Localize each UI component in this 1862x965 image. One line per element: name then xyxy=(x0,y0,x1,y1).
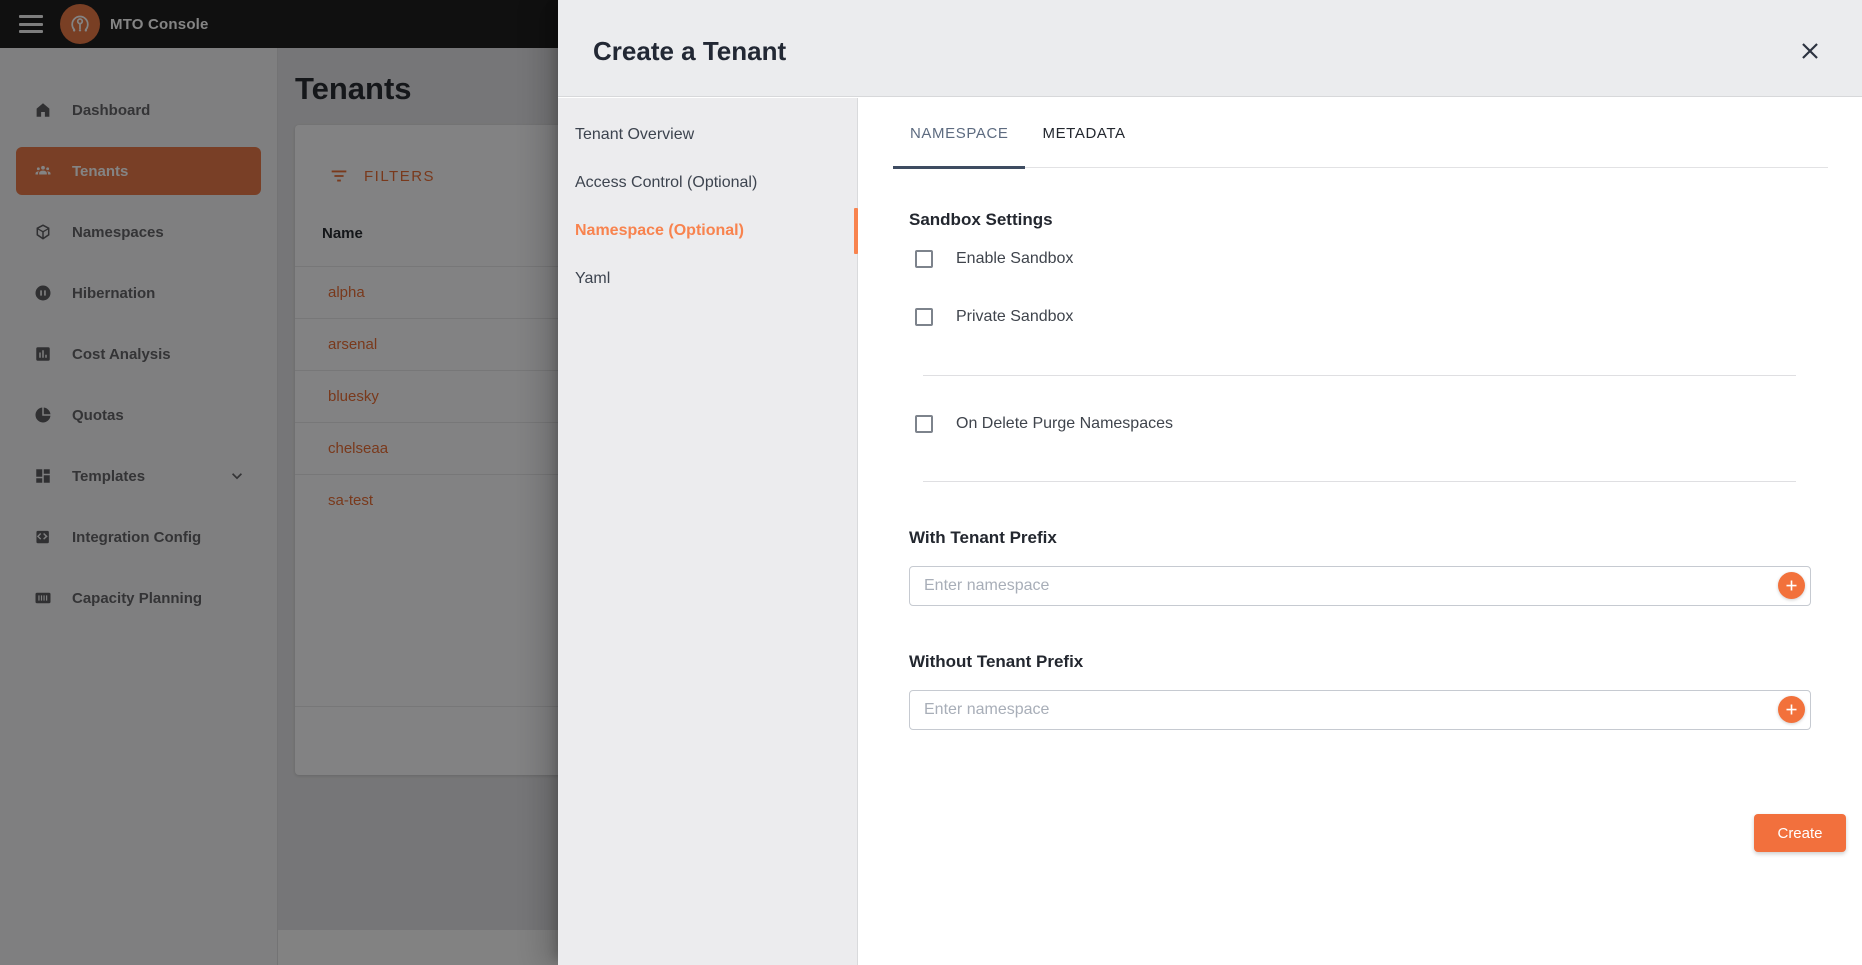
add-without-prefix-namespace-button[interactable] xyxy=(1778,696,1805,723)
divider xyxy=(923,481,1796,482)
with-prefix-namespace-input[interactable] xyxy=(909,566,1811,606)
drawer-title: Create a Tenant xyxy=(593,36,786,67)
private-sandbox-checkbox[interactable] xyxy=(915,308,933,326)
private-sandbox-row: Private Sandbox xyxy=(915,308,1073,326)
plus-icon xyxy=(1784,578,1799,593)
drawer-nav-access-control[interactable]: Access Control (Optional) xyxy=(558,159,857,207)
screen: MTO Console Dashboard Tenants Namespaces xyxy=(0,0,1862,965)
drawer-nav-yaml[interactable]: Yaml xyxy=(558,255,857,303)
drawer-body: Tenant Overview Access Control (Optional… xyxy=(558,98,1862,965)
without-tenant-prefix-field xyxy=(909,690,1811,730)
tabs-row: NAMESPACE METADATA xyxy=(893,98,1828,168)
on-delete-purge-row: On Delete Purge Namespaces xyxy=(915,415,1173,433)
sandbox-settings-heading: Sandbox Settings xyxy=(909,210,1053,230)
drawer-content: NAMESPACE METADATA Sandbox Settings Enab… xyxy=(858,98,1862,965)
close-icon[interactable] xyxy=(1796,37,1824,65)
tab-metadata[interactable]: METADATA xyxy=(1025,98,1142,168)
on-delete-purge-checkbox[interactable] xyxy=(915,415,933,433)
add-with-prefix-namespace-button[interactable] xyxy=(1778,572,1805,599)
drawer-header: Create a Tenant xyxy=(558,0,1862,97)
checkbox-label: Private Sandbox xyxy=(956,308,1073,326)
with-tenant-prefix-label: With Tenant Prefix xyxy=(909,528,1057,548)
checkbox-label: On Delete Purge Namespaces xyxy=(956,415,1173,433)
without-tenant-prefix-label: Without Tenant Prefix xyxy=(909,652,1083,672)
plus-icon xyxy=(1784,702,1799,717)
checkbox-label: Enable Sandbox xyxy=(956,250,1073,268)
create-button[interactable]: Create xyxy=(1754,814,1846,852)
drawer-nav-label: Tenant Overview xyxy=(575,126,694,144)
enable-sandbox-row: Enable Sandbox xyxy=(915,250,1073,268)
without-prefix-namespace-input[interactable] xyxy=(909,690,1811,730)
drawer-nav: Tenant Overview Access Control (Optional… xyxy=(558,98,858,965)
divider xyxy=(923,375,1796,376)
drawer-nav-label: Yaml xyxy=(575,270,610,288)
tab-namespace[interactable]: NAMESPACE xyxy=(893,98,1025,168)
drawer-nav-tenant-overview[interactable]: Tenant Overview xyxy=(558,111,857,159)
drawer-nav-namespace[interactable]: Namespace (Optional) xyxy=(558,207,857,255)
create-tenant-drawer: Create a Tenant Tenant Overview Access C… xyxy=(558,0,1862,965)
with-tenant-prefix-field xyxy=(909,566,1811,606)
drawer-nav-label: Namespace (Optional) xyxy=(575,222,744,240)
drawer-nav-label: Access Control (Optional) xyxy=(575,174,757,192)
enable-sandbox-checkbox[interactable] xyxy=(915,250,933,268)
